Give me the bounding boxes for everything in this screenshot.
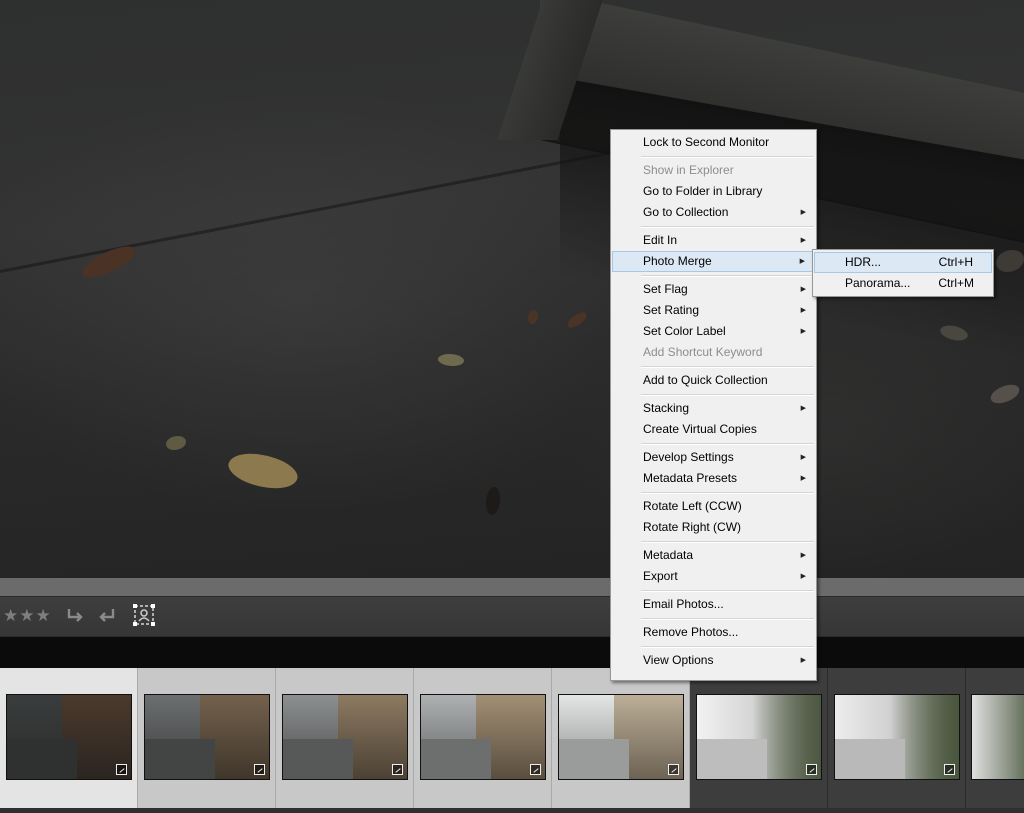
menu-separator: [611, 489, 816, 496]
filmstrip-cell[interactable]: [276, 668, 414, 808]
menu-item-show-in-explorer[interactable]: Show in Explorer: [611, 160, 816, 181]
menu-item-set-flag[interactable]: Set Flag ▶: [611, 279, 816, 300]
menu-separator: [611, 223, 816, 230]
menu-item-email-photos[interactable]: Email Photos...: [611, 594, 816, 615]
shortcut-label: Ctrl+H: [938, 255, 973, 269]
menu-item-add-to-quick-collection[interactable]: Add to Quick Collection: [611, 370, 816, 391]
menu-item-set-color-label[interactable]: Set Color Label ▶: [611, 321, 816, 342]
thumbnail[interactable]: [144, 694, 270, 780]
menu-separator: [611, 363, 816, 370]
leaf: [486, 487, 500, 515]
menu-item-add-shortcut-keyword[interactable]: Add Shortcut Keyword: [611, 342, 816, 363]
filmstrip-header: [0, 636, 1024, 668]
submenu-arrow-icon: ▶: [800, 573, 806, 580]
develop-badge-icon: [668, 764, 679, 775]
menu-item-metadata[interactable]: Metadata ▶: [611, 545, 816, 566]
menu-item-go-to-collection[interactable]: Go to Collection ▶: [611, 202, 816, 223]
menu-item-panorama[interactable]: Panorama... Ctrl+M: [813, 273, 993, 294]
menu-separator: [611, 587, 816, 594]
menu-item-rotate-left[interactable]: Rotate Left (CCW): [611, 496, 816, 517]
leaf: [437, 351, 465, 369]
menu-separator: [611, 153, 816, 160]
menu-item-create-virtual-copies[interactable]: Create Virtual Copies: [611, 419, 816, 440]
menu-separator: [611, 391, 816, 398]
leaf: [166, 436, 186, 450]
rating-stars[interactable]: ★★★: [3, 606, 52, 626]
filmstrip-cell[interactable]: [552, 668, 690, 808]
filmstrip-cell[interactable]: [690, 668, 828, 808]
submenu-arrow-icon: ▶: [800, 405, 806, 412]
submenu-arrow-icon: ▶: [800, 328, 806, 335]
menu-separator: [611, 643, 816, 650]
thumbnail[interactable]: [971, 694, 1024, 780]
crop-overlay-icon[interactable]: [132, 603, 156, 627]
menu-item-remove-photos[interactable]: Remove Photos...: [611, 622, 816, 643]
develop-badge-icon: [392, 764, 403, 775]
submenu-arrow-icon: ▶: [800, 237, 806, 244]
menu-separator: [611, 615, 816, 622]
menu-item-stacking[interactable]: Stacking ▶: [611, 398, 816, 419]
submenu-arrow-icon: ▶: [800, 657, 806, 664]
menu-item-set-rating[interactable]: Set Rating ▶: [611, 300, 816, 321]
submenu-arrow-icon: ▶: [800, 286, 806, 293]
leaf: [564, 310, 590, 330]
menu-separator: [611, 440, 816, 447]
thumbnail[interactable]: [420, 694, 546, 780]
menu-item-hdr[interactable]: HDR... Ctrl+H: [814, 252, 992, 273]
context-menu: Lock to Second Monitor Show in Explorer …: [610, 129, 817, 681]
submenu-arrow-icon: ▶: [800, 307, 806, 314]
thumbnail[interactable]: [696, 694, 822, 780]
path-crack: [0, 147, 629, 273]
thumbnail[interactable]: [6, 694, 132, 780]
develop-badge-icon: [530, 764, 541, 775]
menu-separator: [611, 272, 816, 279]
develop-badge-icon: [254, 764, 265, 775]
develop-badge-icon: [116, 764, 127, 775]
thumbnail[interactable]: [834, 694, 960, 780]
submenu-arrow-icon: ▶: [800, 552, 806, 559]
leaf: [528, 310, 538, 324]
menu-item-view-options[interactable]: View Options ▶: [611, 650, 816, 671]
filmstrip[interactable]: [0, 668, 1024, 813]
leaf: [988, 382, 1022, 406]
menu-item-lock-to-second-monitor[interactable]: Lock to Second Monitor: [611, 132, 816, 153]
menu-item-export[interactable]: Export ▶: [611, 566, 816, 587]
filmstrip-cell[interactable]: [966, 668, 1024, 808]
filmstrip-cell[interactable]: [414, 668, 552, 808]
menu-separator: [611, 538, 816, 545]
filmstrip-cell[interactable]: [0, 668, 138, 808]
rotate-right-icon[interactable]: [94, 604, 118, 628]
develop-badge-icon: [806, 764, 817, 775]
menu-item-edit-in[interactable]: Edit In ▶: [611, 230, 816, 251]
thumbnail[interactable]: [558, 694, 684, 780]
submenu-arrow-icon: ▶: [799, 258, 805, 265]
toolbar: ★★★: [0, 596, 1024, 636]
filmstrip-cell[interactable]: [138, 668, 276, 808]
leaf: [224, 444, 302, 498]
preview-bottom-edge: [0, 578, 1024, 596]
shortcut-label: Ctrl+M: [938, 276, 974, 290]
menu-item-metadata-presets[interactable]: Metadata Presets ▶: [611, 468, 816, 489]
photo-merge-submenu: HDR... Ctrl+H Panorama... Ctrl+M: [812, 249, 994, 297]
menu-item-develop-settings[interactable]: Develop Settings ▶: [611, 447, 816, 468]
submenu-arrow-icon: ▶: [800, 475, 806, 482]
menu-item-go-to-folder-in-library[interactable]: Go to Folder in Library: [611, 181, 816, 202]
filmstrip-cell[interactable]: [828, 668, 966, 808]
develop-badge-icon: [944, 764, 955, 775]
menu-item-photo-merge[interactable]: Photo Merge ▶: [612, 251, 815, 272]
thumbnail[interactable]: [282, 694, 408, 780]
submenu-arrow-icon: ▶: [800, 209, 806, 216]
rotate-left-icon[interactable]: [64, 604, 88, 628]
submenu-arrow-icon: ▶: [800, 454, 806, 461]
menu-item-rotate-right[interactable]: Rotate Right (CW): [611, 517, 816, 538]
